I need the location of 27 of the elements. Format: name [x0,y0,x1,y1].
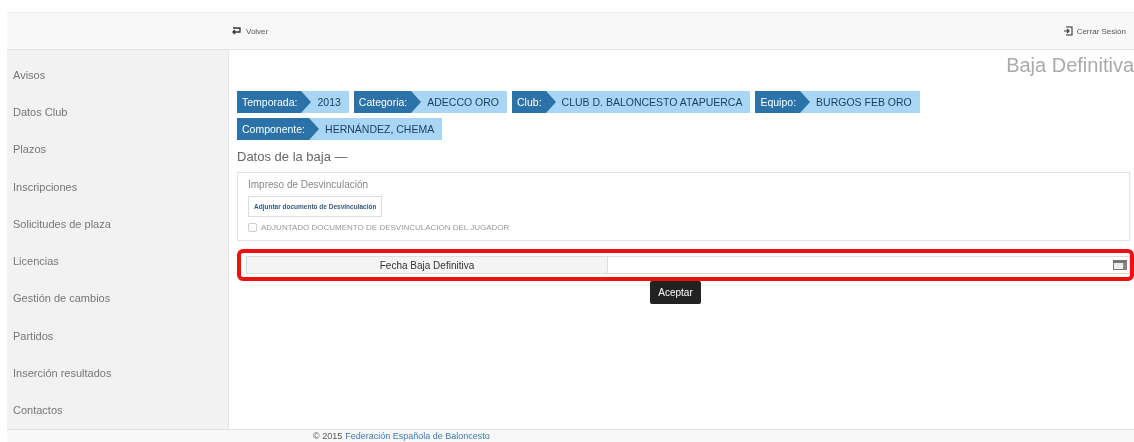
sidebar-item[interactable]: Gestión de cambios [7,279,228,318]
sidebar-item[interactable]: Contactos [7,391,228,429]
copyright-text: © 2015 [313,431,343,441]
section-title: Datos de la baja — [237,149,349,164]
breadcrumb-tag: Equipo: BURGOS FEB ORO [755,91,920,113]
logout-link[interactable]: Cerrar Sesión [1062,26,1126,36]
checkbox[interactable] [248,223,257,232]
sidebar-item[interactable]: Datos Club [7,93,228,131]
breadcrumb-tag: Componente: HERNÁNDEZ, CHEMA [237,118,443,140]
accept-button[interactable]: Aceptar [650,281,701,304]
checkbox-label: ADJUNTADO DOCUMENTO DE DESVINCULACION DEL JUGADOR [261,223,510,232]
breadcrumb-tag: Club: CLUB D. BALONCESTO ATAPUERCA [512,91,751,113]
sidebar-item[interactable]: Inscripciones [7,167,228,206]
sidebar-item[interactable]: Partidos [7,317,228,355]
return-arrow-icon [231,27,242,35]
sidebar-item[interactable]: Inserción resultados [7,354,228,392]
sidebar-item[interactable]: Solicitudes de plaza [7,205,228,243]
sidebar-item[interactable]: Plazos [7,130,228,168]
panel-title: Impreso de Desvinculación [248,179,369,190]
page-title: Baja Definitiva [1006,54,1134,77]
sidebar-item[interactable]: Avisos [7,56,228,94]
federation-link[interactable]: Federación Española de Baloncesto [345,431,490,441]
back-link[interactable]: Volver [231,26,269,36]
sign-in-icon [1062,26,1073,36]
breadcrumb-tag: Temporada: 2013 [237,91,349,113]
sidebar-item[interactable]: Licencias [7,242,228,280]
breadcrumb-tag: Categoria: ADECCO ORO [353,91,508,113]
